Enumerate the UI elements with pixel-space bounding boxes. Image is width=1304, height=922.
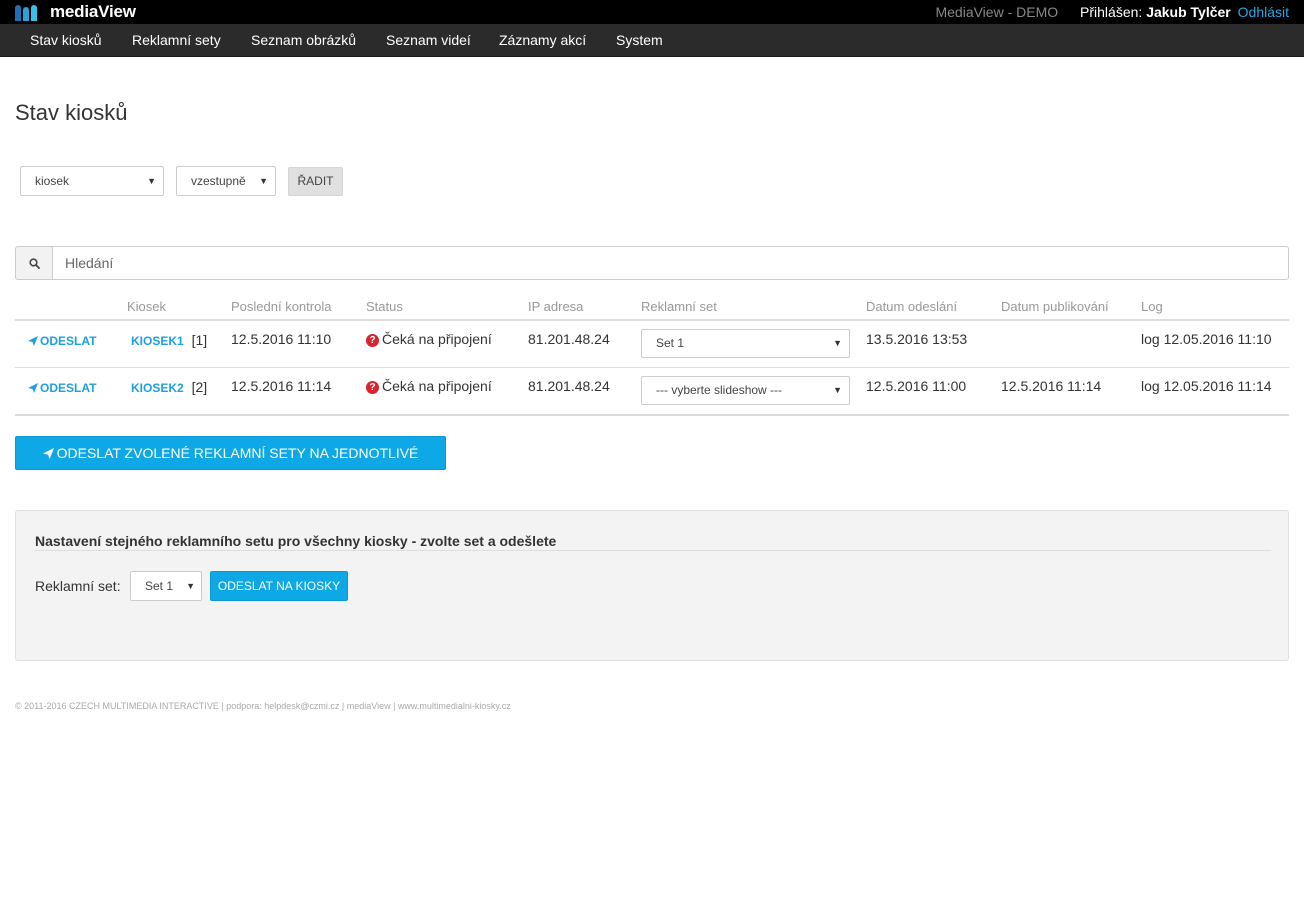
status-text: Čeká na připojení: [382, 331, 492, 347]
kiosk-cell: KIOSEK1 [1]: [131, 332, 207, 349]
caret-down-icon: ▼: [186, 581, 195, 591]
ad-set-value: --- vyberte slideshow ---: [656, 383, 783, 397]
send-link[interactable]: ODESLAT: [28, 333, 96, 349]
kiosk-cell: KIOSEK2 [2]: [131, 379, 207, 396]
row-divider: [15, 367, 1289, 368]
column-header-ip[interactable]: IP adresa: [528, 299, 583, 314]
sort-order-value: vzestupně: [191, 174, 246, 188]
last-check-cell: 12.5.2016 11:14: [231, 378, 332, 394]
question-circle-icon: ?: [366, 334, 379, 347]
page-title: Stav kiosků: [15, 100, 128, 125]
kiosk-link[interactable]: KIOSEK2: [131, 381, 184, 395]
caret-down-icon: ▼: [833, 338, 842, 348]
bulk-ad-set-value: Set 1: [145, 579, 174, 593]
search-icon-addon: [15, 246, 53, 280]
send-link-label: ODESLAT: [40, 334, 97, 348]
send-selected-sets-button[interactable]: ODESLAT ZVOLENÉ REKLAMNÍ SETY NA JEDNOTL…: [15, 436, 446, 493]
last-check-cell: 12.5.2016 11:10: [231, 331, 332, 347]
ip-cell: 81.201.48.24: [528, 378, 610, 394]
user-area: MediaView - DEMO Přihlášen: Jakub Tylčer…: [935, 4, 1289, 20]
status-cell: ? Čeká na připojení: [366, 378, 492, 394]
status-text: Čeká na připojení: [382, 378, 492, 394]
sort-button[interactable]: ŘADIT: [288, 167, 343, 196]
log-cell[interactable]: log 12.05.2016 11:14: [1141, 378, 1272, 394]
panel-divider: [35, 550, 1271, 551]
column-header-kiosk[interactable]: Kiosek: [127, 299, 166, 314]
send-icon: [42, 448, 54, 459]
send-selected-sets-label: ODESLAT ZVOLENÉ REKLAMNÍ SETY NA JEDNOTL…: [56, 445, 419, 493]
column-header-ad-set[interactable]: Reklamní set: [641, 299, 717, 314]
log-cell[interactable]: log 12.05.2016 11:10: [1141, 331, 1272, 347]
sent-date-cell: 12.5.2016 11:00: [866, 378, 967, 394]
app-logo[interactable]: mediaView: [15, 3, 136, 21]
kiosk-link[interactable]: KIOSEK1: [131, 334, 184, 348]
question-circle-icon: ?: [366, 381, 379, 394]
sent-date-cell: 13.5.2016 13:53: [866, 331, 968, 347]
column-header-log[interactable]: Log: [1141, 299, 1163, 314]
ip-cell: 81.201.48.24: [528, 331, 610, 347]
search-icon: [28, 257, 40, 269]
panel-title: Nastavení stejného reklamního setu pro v…: [35, 533, 557, 549]
top-bar: mediaView MediaView - DEMO Přihlášen: Ja…: [0, 0, 1304, 24]
ad-set-select[interactable]: Set 1 ▼: [641, 329, 850, 358]
column-header-last-check[interactable]: Poslední kontrola: [231, 299, 331, 314]
caret-down-icon: ▼: [147, 176, 156, 186]
ad-set-value: Set 1: [656, 336, 685, 350]
column-header-status[interactable]: Status: [366, 299, 403, 314]
nav-item-images[interactable]: Seznam obrázků: [251, 24, 356, 56]
kiosk-id: [1]: [191, 332, 208, 348]
ad-set-label: Reklamní set:: [35, 578, 121, 594]
nav-item-videos[interactable]: Seznam videí: [386, 24, 471, 56]
user-name: Jakub Tylčer: [1146, 4, 1231, 20]
caret-down-icon: ▼: [259, 176, 268, 186]
send-link[interactable]: ODESLAT: [28, 380, 96, 396]
sort-order-select[interactable]: vzestupně ▼: [176, 166, 276, 196]
table-bottom-divider: [15, 414, 1289, 416]
sort-field-value: kiosek: [35, 174, 70, 188]
column-header-published-date[interactable]: Datum publikování: [1001, 299, 1109, 314]
ad-set-select[interactable]: --- vyberte slideshow --- ▼: [641, 376, 850, 405]
logout-link[interactable]: Odhlásit: [1238, 4, 1289, 20]
send-icon: [28, 336, 38, 346]
footer: © 2011-2016 CZECH MULTIMEDIA INTERACTIVE…: [15, 701, 511, 711]
nav-item-kiosk-status[interactable]: Stav kiosků: [30, 24, 102, 56]
kiosk-id: [2]: [191, 379, 208, 395]
table-header-divider: [15, 319, 1289, 321]
nav-item-action-log[interactable]: Záznamy akcí: [499, 24, 586, 56]
bulk-set-panel: Nastavení stejného reklamního setu pro v…: [15, 510, 1289, 661]
caret-down-icon: ▼: [833, 385, 842, 395]
published-date-cell: 12.5.2016 11:14: [1001, 378, 1102, 394]
send-icon: [28, 383, 38, 393]
send-link-label: ODESLAT: [40, 381, 97, 395]
main-nav: Stav kiosků Reklamní sety Seznam obrázků…: [0, 24, 1304, 57]
mediaview-logo-icon: [15, 3, 39, 21]
send-to-kiosks-button[interactable]: ODESLAT NA KIOSKY: [210, 571, 348, 601]
search-input[interactable]: [52, 246, 1289, 280]
demo-label: MediaView - DEMO: [935, 4, 1059, 20]
nav-item-system[interactable]: System: [616, 24, 663, 56]
nav-item-ad-sets[interactable]: Reklamní sety: [132, 24, 221, 56]
status-cell: ? Čeká na připojení: [366, 331, 492, 347]
sort-field-select[interactable]: kiosek ▼: [20, 166, 164, 196]
column-header-sent-date[interactable]: Datum odeslání: [866, 299, 957, 314]
bulk-ad-set-select[interactable]: Set 1 ▼: [130, 571, 202, 601]
login-label: Přihlášen:: [1080, 4, 1147, 20]
app-name: mediaView: [50, 2, 136, 21]
